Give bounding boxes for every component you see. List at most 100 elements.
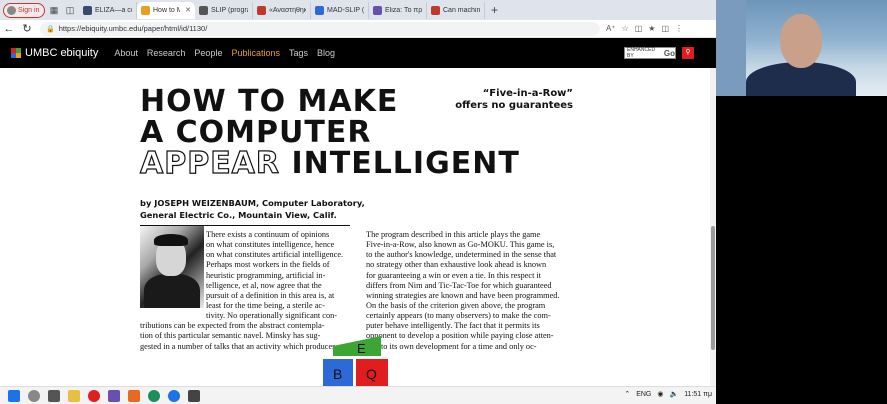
webcam-feed bbox=[716, 0, 887, 96]
tab-5[interactable]: Eliza: Το πρώτ bbox=[369, 1, 427, 19]
logo-letter-b: B bbox=[333, 366, 342, 382]
text-line: for guaranteeing a win or even a tie. In… bbox=[366, 270, 542, 280]
tab-title: How to Make bbox=[153, 6, 181, 14]
windows-taskbar: ⌃ ENG ◉ 🔈 11:51 πμ bbox=[0, 386, 716, 404]
tab-close-icon[interactable]: ✕ bbox=[185, 6, 191, 14]
address-bar-row: ← ↻ 🔒 https://ebiquity.umbc.edu/paper/ht… bbox=[0, 20, 716, 38]
nav-link-publications[interactable]: Publications bbox=[231, 48, 280, 58]
text-line: tion to its own development for a time a… bbox=[366, 341, 537, 351]
system-tray: ⌃ ENG ◉ 🔈 11:51 πμ bbox=[624, 390, 712, 399]
collections-icon[interactable]: ◫ bbox=[661, 24, 669, 33]
tab-favicon-icon bbox=[315, 5, 324, 15]
site-logo-text: UMBC ebiquity bbox=[25, 47, 99, 59]
byline-line-1: by JOSEPH WEIZENBAUM, Computer Laborator… bbox=[140, 198, 365, 208]
tab-title: ELIZA—a com bbox=[95, 6, 132, 14]
title-line-3: APPEAR INTELLIGENT bbox=[139, 146, 520, 181]
search-button[interactable]: ⚲ bbox=[682, 47, 694, 59]
split-screen-icon[interactable]: ◫ bbox=[635, 24, 643, 33]
nav-link-about[interactable]: About bbox=[114, 48, 138, 58]
tab-0[interactable]: ELIZA—a com bbox=[79, 1, 137, 19]
new-tab-button[interactable]: + bbox=[491, 3, 498, 17]
tab-2[interactable]: SLIP (program bbox=[195, 1, 253, 19]
text-line: on what constitutes artificial intellige… bbox=[206, 250, 344, 260]
title-line-1: HOW TO MAKE bbox=[140, 84, 399, 119]
article-column-2: The program described in this article pl… bbox=[366, 230, 574, 352]
tab-favicon-icon bbox=[199, 5, 208, 15]
byline-line-2: General Electric Co., Mountain View, Cal… bbox=[140, 210, 337, 220]
tagline-line-2: offers no guarantees bbox=[455, 100, 573, 111]
tab-favicon-icon bbox=[83, 5, 92, 15]
back-icon[interactable]: ← bbox=[0, 23, 18, 35]
extensions-icon[interactable]: ⋮ bbox=[675, 24, 683, 33]
tab-title: Can machines bbox=[443, 6, 480, 14]
title-solid-word: INTELLIGENT bbox=[291, 146, 520, 181]
edge-icon[interactable] bbox=[148, 389, 160, 402]
language-indicator[interactable]: ENG bbox=[636, 391, 651, 398]
search-placeholder: ENHANCED BY bbox=[627, 47, 656, 59]
text-line: Five-in-a-Row, also known as Go-MOKU. Th… bbox=[366, 240, 555, 250]
nav-link-blog[interactable]: Blog bbox=[317, 48, 335, 58]
workspaces-icon[interactable]: ▦ bbox=[47, 3, 61, 17]
title-outline-word: APPEAR bbox=[139, 146, 281, 181]
logo-letter-e: E bbox=[357, 341, 366, 356]
scrollbar-thumb[interactable] bbox=[711, 226, 715, 350]
clock[interactable]: 11:51 πμ bbox=[684, 391, 712, 398]
tagline-line-1: “Five-in-a-Row” bbox=[482, 88, 573, 99]
start-icon[interactable] bbox=[8, 389, 20, 402]
app-icon-2[interactable] bbox=[188, 389, 200, 402]
search-input[interactable]: ENHANCED BY Go bbox=[624, 47, 676, 59]
byline: by JOSEPH WEIZENBAUM, Computer Laborator… bbox=[140, 197, 370, 221]
browser-tab-strip: Sign in ▦ ◫ ELIZA—a com How to Make ✕ SLIP … bbox=[0, 0, 716, 20]
profile-button[interactable]: Sign in bbox=[3, 2, 45, 18]
favorite-star-icon[interactable]: ☆ bbox=[622, 24, 629, 33]
text-line: on what constitutes intelligence, hence bbox=[206, 240, 335, 250]
tab-favicon-icon bbox=[373, 5, 382, 15]
tab-title: MAD-SLIP (Mi bbox=[327, 6, 364, 14]
text-line: differs from Nim and Tic-Tac-Toe for whi… bbox=[366, 280, 552, 290]
file-explorer-icon[interactable] bbox=[68, 389, 80, 402]
url-text: https://ebiquity.umbc.edu/paper/html/id/… bbox=[58, 24, 208, 33]
opera-icon[interactable] bbox=[88, 389, 100, 402]
nav-link-research[interactable]: Research bbox=[147, 48, 186, 58]
search-taskbar-icon[interactable] bbox=[28, 389, 40, 402]
text-line: The program described in this article pl… bbox=[366, 230, 541, 239]
profile-label: Sign in bbox=[18, 6, 40, 14]
chrome-icon[interactable] bbox=[168, 389, 180, 402]
tab-6[interactable]: Can machines bbox=[427, 1, 485, 19]
url-field[interactable]: 🔒 https://ebiquity.umbc.edu/paper/html/i… bbox=[40, 21, 600, 36]
tab-title: «Αναστήθηκε bbox=[269, 6, 306, 14]
task-view-icon[interactable] bbox=[48, 389, 60, 402]
text-line: certainly appears (to many observers) to… bbox=[366, 311, 551, 321]
black-panel bbox=[716, 96, 887, 404]
avatar bbox=[7, 5, 16, 15]
chevron-up-icon[interactable]: ⌃ bbox=[624, 390, 630, 398]
tab-title: Eliza: Το πρώτ bbox=[385, 6, 422, 14]
text-line: pursuit of a definition in this area is,… bbox=[206, 290, 335, 300]
text-line: no strategy other than exhaustive look a… bbox=[366, 260, 547, 270]
nav-link-people[interactable]: People bbox=[194, 48, 222, 58]
text-line: to the author's knowledge, undetermined … bbox=[366, 250, 557, 260]
nav-link-tags[interactable]: Tags bbox=[289, 48, 308, 58]
text-line: least for the time being, a sterile ac- bbox=[206, 300, 325, 310]
logo-letter-q: Q bbox=[366, 366, 377, 382]
wifi-icon[interactable]: ◉ bbox=[657, 390, 663, 398]
firefox-icon[interactable] bbox=[128, 389, 140, 402]
favorites-icon[interactable]: ★ bbox=[648, 24, 655, 33]
app-icon[interactable] bbox=[108, 389, 120, 402]
volume-icon[interactable]: 🔈 bbox=[669, 390, 678, 398]
site-logo[interactable]: UMBC ebiquity bbox=[11, 47, 98, 59]
tab-3[interactable]: «Αναστήθηκε bbox=[253, 1, 311, 19]
tab-1[interactable]: How to Make ✕ bbox=[137, 1, 195, 19]
screen: Sign in ▦ ◫ ELIZA—a com How to Make ✕ SLIP … bbox=[0, 0, 887, 404]
article-column-1: There exists a continuum of opinions on w… bbox=[140, 230, 348, 352]
text-line: tion of this particular semantic navel. … bbox=[140, 331, 321, 341]
site-navbar: UMBC ebiquity About Research People Publica… bbox=[0, 38, 716, 68]
read-aloud-icon[interactable]: A⁺ bbox=[606, 24, 616, 33]
tab-4[interactable]: MAD-SLIP (Mi bbox=[311, 1, 369, 19]
text-line: Perhaps most workers in the fields of bbox=[206, 260, 330, 270]
reload-icon[interactable]: ↻ bbox=[18, 22, 36, 35]
tab-actions-icon[interactable]: ◫ bbox=[63, 3, 77, 17]
tab-favicon-icon bbox=[257, 5, 266, 15]
text-line: There exists a continuum of opinions bbox=[206, 230, 330, 239]
text-line: puter behave intelligently. The fact tha… bbox=[366, 321, 540, 331]
